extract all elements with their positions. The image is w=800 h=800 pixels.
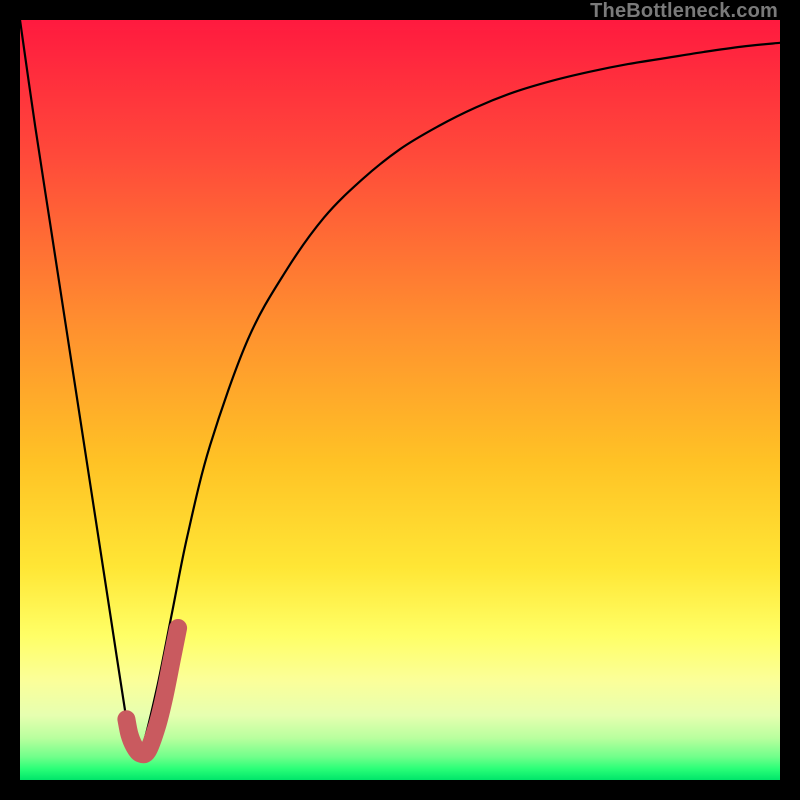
chart-frame: TheBottleneck.com xyxy=(0,0,800,800)
gradient-background xyxy=(20,20,780,780)
plot-area xyxy=(20,20,780,780)
chart-svg xyxy=(20,20,780,780)
watermark-text: TheBottleneck.com xyxy=(590,0,778,23)
